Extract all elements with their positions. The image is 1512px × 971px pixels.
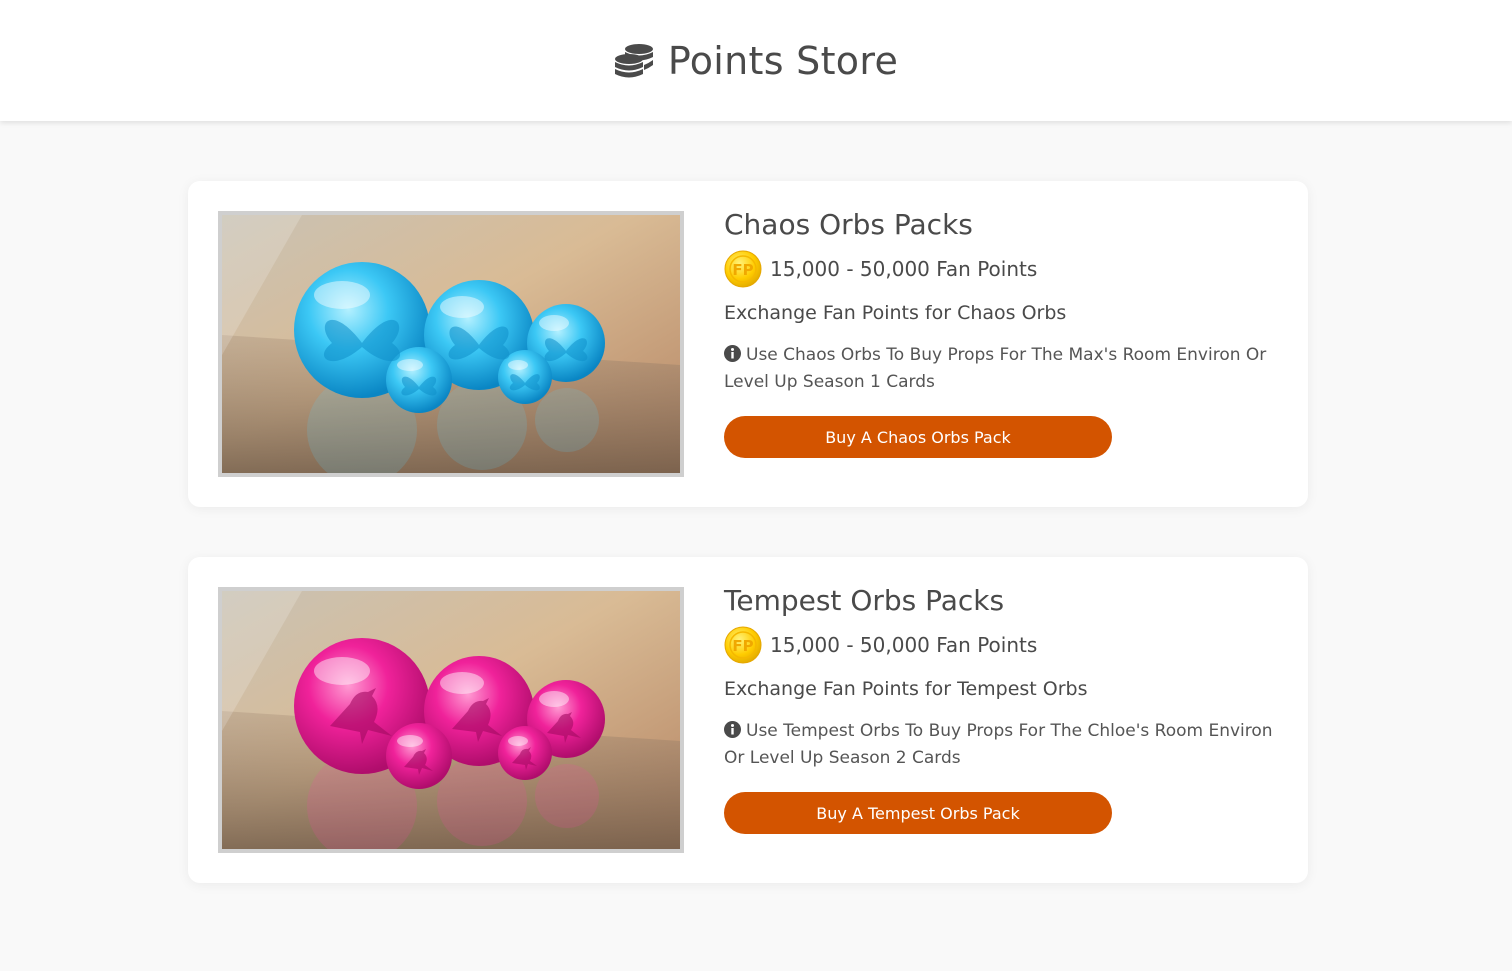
coins-icon bbox=[614, 40, 656, 82]
pack-note-text: Use Chaos Orbs To Buy Props For The Max'… bbox=[724, 345, 1267, 392]
pack-info: Tempest Orbs Packs FP 15,000 - 50,000 Fa… bbox=[724, 581, 1284, 834]
pack-note-text: Use Tempest Orbs To Buy Props For The Ch… bbox=[724, 721, 1273, 768]
page-title: Points Store bbox=[667, 38, 899, 83]
fan-points-coin-icon: FP bbox=[724, 250, 762, 288]
pack-description: Exchange Fan Points for Tempest Orbs bbox=[724, 678, 1088, 700]
pack-title: Chaos Orbs Packs bbox=[724, 208, 973, 241]
pack-note: Use Tempest Orbs To Buy Props For The Ch… bbox=[724, 718, 1284, 772]
price-row: FP 15,000 - 50,000 Fan Points bbox=[724, 626, 1284, 664]
svg-text:FP: FP bbox=[732, 261, 753, 279]
pack-title: Tempest Orbs Packs bbox=[724, 584, 1005, 617]
chaos-orbs-image bbox=[218, 211, 684, 477]
header-bar: Points Store bbox=[0, 0, 1512, 121]
pack-info: Chaos Orbs Packs FP 15,000 - 50,000 Fan … bbox=[724, 205, 1284, 458]
info-icon bbox=[724, 344, 741, 362]
buy-chaos-orbs-pack-button[interactable]: Buy A Chaos Orbs Pack bbox=[724, 416, 1112, 458]
price-row: FP 15,000 - 50,000 Fan Points bbox=[724, 250, 1284, 288]
pack-note: Use Chaos Orbs To Buy Props For The Max'… bbox=[724, 342, 1284, 396]
info-icon bbox=[724, 720, 741, 738]
pack-description: Exchange Fan Points for Chaos Orbs bbox=[724, 302, 1067, 324]
price-range: 15,000 - 50,000 Fan Points bbox=[770, 633, 1038, 657]
tempest-orbs-image bbox=[218, 587, 684, 853]
svg-text:FP: FP bbox=[732, 637, 753, 655]
buy-tempest-orbs-pack-button[interactable]: Buy A Tempest Orbs Pack bbox=[724, 792, 1112, 834]
pack-card-chaos: Chaos Orbs Packs FP 15,000 - 50,000 Fan … bbox=[188, 181, 1308, 507]
pack-card-tempest: Tempest Orbs Packs FP 15,000 - 50,000 Fa… bbox=[188, 557, 1308, 883]
price-range: 15,000 - 50,000 Fan Points bbox=[770, 257, 1038, 281]
fan-points-coin-icon: FP bbox=[724, 626, 762, 664]
